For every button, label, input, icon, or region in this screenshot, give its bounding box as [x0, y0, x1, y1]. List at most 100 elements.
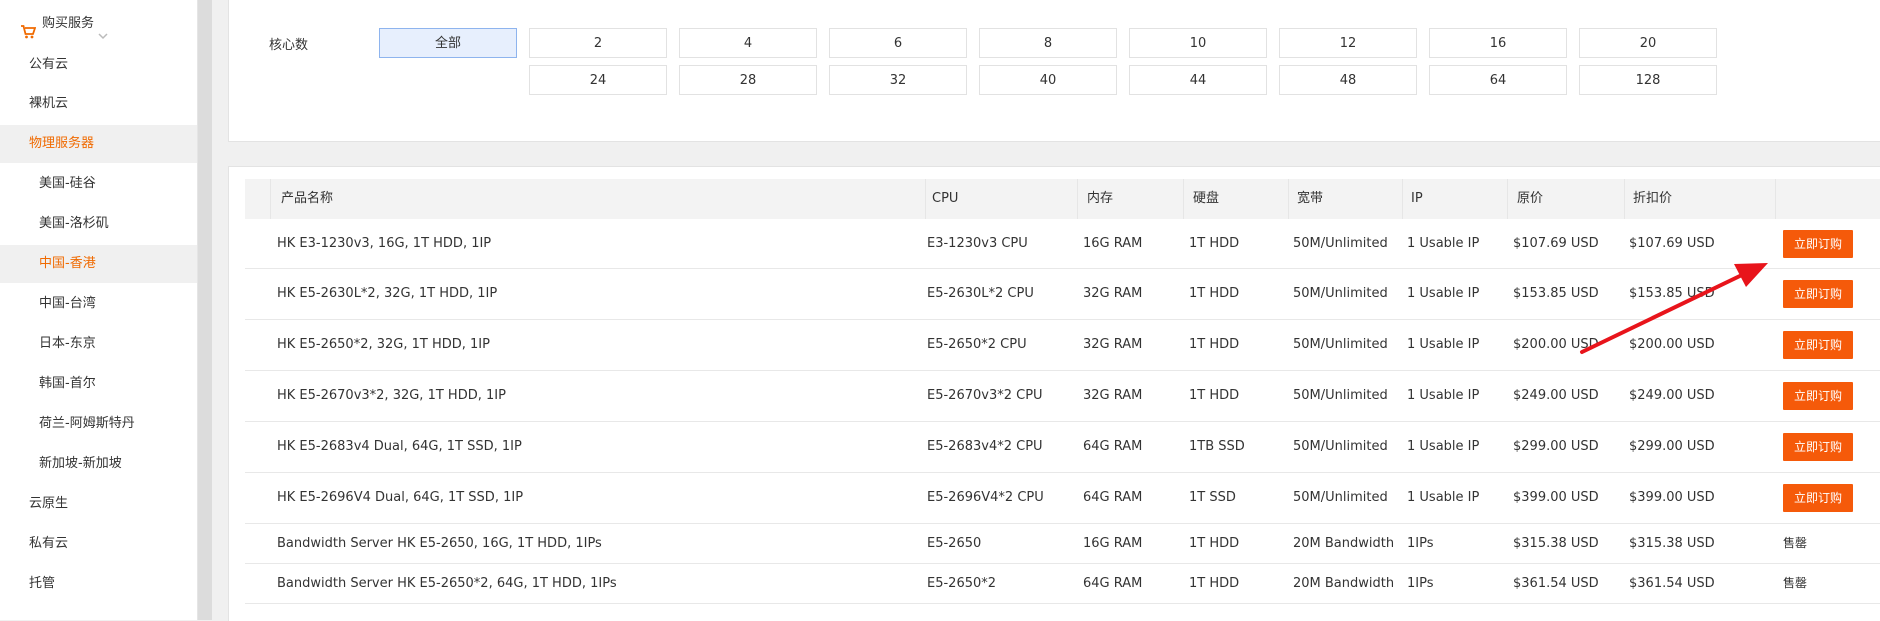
column-divider — [270, 179, 271, 219]
cell-price: $107.69 USD — [1513, 236, 1599, 251]
cell-bw: 20M Bandwidth — [1293, 576, 1395, 591]
core-option[interactable]: 40 — [979, 65, 1117, 95]
cell-bw: 50M/Unlimited — [1293, 236, 1388, 251]
core-option[interactable]: 全部 — [379, 28, 517, 58]
sidebar-item[interactable]: 日本-东京 — [0, 325, 197, 363]
cell-name: HK E5-2630L*2, 32G, 1T HDD, 1IP — [277, 286, 498, 301]
column-divider — [1402, 179, 1403, 219]
cell-ram: 64G RAM — [1083, 490, 1143, 505]
cell-price: $299.00 USD — [1513, 439, 1599, 454]
cell-disk: 1T HDD — [1189, 236, 1240, 251]
cell-bw: 50M/Unlimited — [1293, 286, 1388, 301]
cell-ram: 64G RAM — [1083, 439, 1143, 454]
buy-now-button[interactable]: 立即订购 — [1783, 331, 1853, 359]
cell-name: Bandwidth Server HK E5-2650*2, 64G, 1T H… — [277, 576, 617, 591]
sidebar-item[interactable]: 韩国-首尔 — [0, 365, 197, 403]
cell-discount: $361.54 USD — [1629, 576, 1715, 591]
table-row: HK E5-2630L*2, 32G, 1T HDD, 1IP E5-2630L*… — [245, 269, 1880, 320]
cell-price: $315.38 USD — [1513, 536, 1599, 551]
cell-disk: 1T SSD — [1189, 490, 1236, 505]
cell-ram: 32G RAM — [1083, 286, 1143, 301]
cell-ip: 1 Usable IP — [1407, 388, 1480, 403]
core-option[interactable]: 6 — [829, 28, 967, 58]
cell-disk: 1T HDD — [1189, 576, 1240, 591]
core-option[interactable]: 4 — [679, 28, 817, 58]
cell-cpu: E5-2630L*2 CPU — [927, 286, 1034, 301]
table-row: HK E5-2670v3*2, 32G, 1T HDD, 1IP E5-2670v… — [245, 371, 1880, 422]
cell-cpu: E5-2650*2 CPU — [927, 337, 1027, 352]
column-header: 产品名称 — [281, 191, 334, 206]
core-option[interactable]: 10 — [1129, 28, 1267, 58]
core-option[interactable]: 24 — [529, 65, 667, 95]
cell-ip: 1 Usable IP — [1407, 439, 1480, 454]
sidebar: 购买服务 公有云 裸机云 物理服务器 美国-硅谷 美国-洛杉矶 中国-香港 中国-台湾 日本-… — [0, 0, 198, 620]
buy-now-button[interactable]: 立即订购 — [1783, 433, 1853, 461]
column-header: 内存 — [1087, 191, 1114, 206]
core-option[interactable]: 20 — [1579, 28, 1717, 58]
cell-price: $200.00 USD — [1513, 337, 1599, 352]
sidebar-header-buy-service[interactable]: 购买服务 — [0, 5, 197, 43]
cell-disk: 1T HDD — [1189, 286, 1240, 301]
cell-price: $399.00 USD — [1513, 490, 1599, 505]
sidebar-header-label: 购买服务 — [42, 16, 95, 31]
cell-name: HK E3-1230v3, 16G, 1T HDD, 1IP — [277, 236, 492, 251]
core-option[interactable]: 48 — [1279, 65, 1417, 95]
sidebar-item[interactable]: 云原生 — [0, 485, 197, 523]
sidebar-item[interactable]: 中国-台湾 — [0, 285, 197, 323]
cell-price: $361.54 USD — [1513, 576, 1599, 591]
cell-cpu: E5-2670v3*2 CPU — [927, 388, 1043, 403]
cell-price: $153.85 USD — [1513, 286, 1599, 301]
table-row: HK E5-2650*2, 32G, 1T HDD, 1IP E5-2650*2 … — [245, 320, 1880, 371]
buy-now-button[interactable]: 立即订购 — [1783, 484, 1853, 512]
core-option[interactable]: 28 — [679, 65, 817, 95]
buy-now-button[interactable]: 立即订购 — [1783, 382, 1853, 410]
chevron-down-icon — [97, 19, 109, 39]
core-option[interactable]: 12 — [1279, 28, 1417, 58]
cell-discount: $153.85 USD — [1629, 286, 1715, 301]
sidebar-item[interactable]: 托管 — [0, 565, 197, 603]
sidebar-item[interactable]: 新加坡-新加坡 — [0, 445, 197, 483]
table-row: Bandwidth Server HK E5-2650*2, 64G, 1T H… — [245, 564, 1880, 604]
cell-disk: 1TB SSD — [1189, 439, 1245, 454]
core-option[interactable]: 2 — [529, 28, 667, 58]
cell-cpu: E5-2650 — [927, 536, 982, 551]
sidebar-item[interactable]: 裸机云 — [0, 85, 197, 123]
buy-now-button[interactable]: 立即订购 — [1783, 230, 1853, 258]
core-option[interactable]: 128 — [1579, 65, 1717, 95]
cell-bw: 50M/Unlimited — [1293, 388, 1388, 403]
buy-now-button[interactable]: 立即订购 — [1783, 280, 1853, 308]
column-header: CPU — [932, 191, 959, 206]
sidebar-item[interactable]: 美国-洛杉矶 — [0, 205, 197, 243]
column-divider — [925, 179, 926, 219]
sidebar-item[interactable]: 公有云 — [0, 46, 197, 84]
cell-cpu: E3-1230v3 CPU — [927, 236, 1028, 251]
cell-cpu: E5-2683v4*2 CPU — [927, 439, 1043, 454]
core-option[interactable]: 16 — [1429, 28, 1567, 58]
cell-discount: $200.00 USD — [1629, 337, 1715, 352]
cell-discount: $399.00 USD — [1629, 490, 1715, 505]
table-row: HK E5-2696V4 Dual, 64G, 1T SSD, 1IP E5-26… — [245, 473, 1880, 524]
cell-ip: 1IPs — [1407, 576, 1434, 591]
column-divider — [1183, 179, 1184, 219]
cell-name: Bandwidth Server HK E5-2650, 16G, 1T HDD… — [277, 536, 602, 551]
cell-ram: 32G RAM — [1083, 388, 1143, 403]
table-header: 产品名称 CPU 内存 硬盘 宽带 IP 原价 折扣价 — [245, 179, 1880, 219]
cell-name: HK E5-2670v3*2, 32G, 1T HDD, 1IP — [277, 388, 506, 403]
cell-ip: 1IPs — [1407, 536, 1434, 551]
cell-bw: 50M/Unlimited — [1293, 337, 1388, 352]
core-option[interactable]: 8 — [979, 28, 1117, 58]
cell-disk: 1T HDD — [1189, 388, 1240, 403]
sidebar-item[interactable]: 物理服务器 — [0, 125, 197, 163]
core-option[interactable]: 64 — [1429, 65, 1567, 95]
sidebar-item[interactable]: 中国-香港 — [0, 245, 197, 283]
cell-bw: 50M/Unlimited — [1293, 439, 1388, 454]
core-option[interactable]: 44 — [1129, 65, 1267, 95]
column-header: IP — [1411, 191, 1423, 206]
sidebar-item[interactable]: 美国-硅谷 — [0, 165, 197, 203]
table-row: Bandwidth Server HK E5-2650, 16G, 1T HDD… — [245, 524, 1880, 564]
cell-bw: 50M/Unlimited — [1293, 490, 1388, 505]
sidebar-item[interactable]: 私有云 — [0, 525, 197, 563]
core-option[interactable]: 32 — [829, 65, 967, 95]
cell-ip: 1 Usable IP — [1407, 337, 1480, 352]
sidebar-item[interactable]: 荷兰-阿姆斯特丹 — [0, 405, 197, 443]
